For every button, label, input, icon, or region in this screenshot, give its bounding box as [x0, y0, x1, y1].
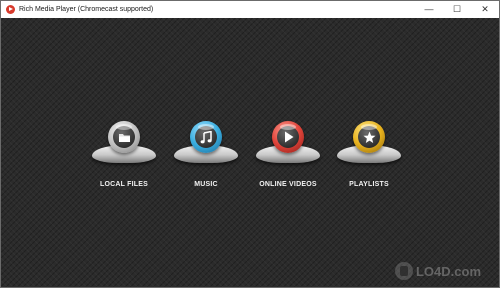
online-videos-label: ONLINE VIDEOS: [259, 181, 317, 188]
playlists-orb: [353, 121, 385, 153]
window-title: Rich Media Player (Chromecast supported): [19, 6, 154, 13]
title-bar[interactable]: Rich Media Player (Chromecast supported)…: [1, 1, 499, 18]
menu-item-local-files[interactable]: LOCAL FILES: [79, 119, 169, 209]
local-files-label: LOCAL FILES: [100, 181, 148, 188]
watermark: LO4D.com: [394, 262, 481, 280]
menu-item-online-videos[interactable]: ONLINE VIDEOS: [243, 119, 333, 209]
window-controls: — ☐ ✕: [415, 1, 499, 18]
close-button[interactable]: ✕: [471, 1, 499, 18]
minimize-button[interactable]: —: [415, 1, 443, 18]
app-window: Rich Media Player (Chromecast supported)…: [0, 0, 500, 288]
playlists-label: PLAYLISTS: [349, 181, 389, 188]
menu-item-playlists[interactable]: PLAYLISTS: [324, 119, 414, 209]
local-files-orb: [108, 121, 140, 153]
music-label: MUSIC: [194, 181, 218, 188]
watermark-logo-icon: [394, 262, 413, 280]
menu-item-music[interactable]: MUSIC: [161, 119, 251, 209]
online-videos-orb: [272, 121, 304, 153]
music-orb: [190, 121, 222, 153]
maximize-button[interactable]: ☐: [443, 1, 471, 18]
watermark-text: LO4D.com: [415, 263, 481, 279]
app-logo-icon: [6, 5, 15, 14]
main-content: LOCAL FILES MUSIC ONLINE VIDEOS PLAYLIST…: [1, 18, 499, 287]
